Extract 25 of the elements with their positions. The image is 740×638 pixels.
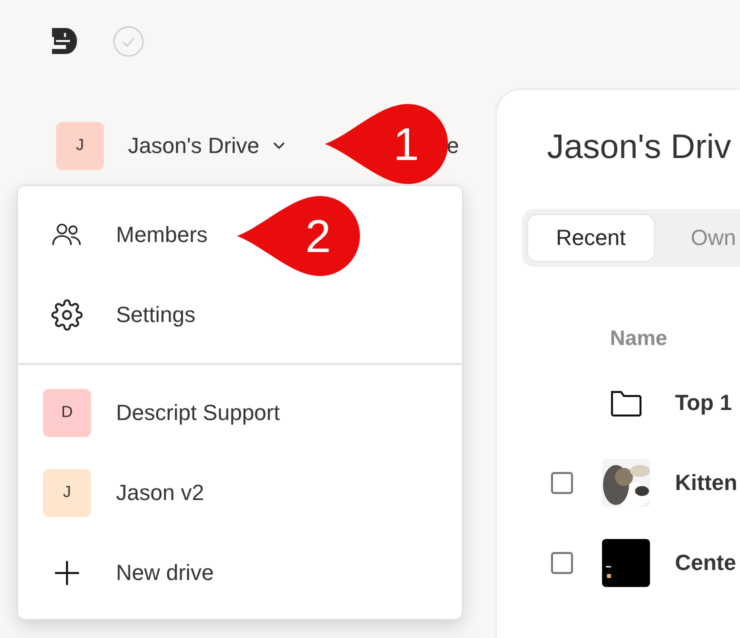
- file-name[interactable]: Top 1: [675, 390, 732, 416]
- menu-item[interactable]: New drive: [18, 533, 222, 613]
- drive-avatar: J: [56, 122, 104, 170]
- row-checkbox[interactable]: [551, 472, 573, 494]
- menu-item[interactable]: D Descript Support: [18, 373, 288, 453]
- folder-icon: [610, 389, 642, 417]
- settings-icon: [51, 299, 83, 331]
- menu-item[interactable]: J Jason v2: [18, 453, 212, 533]
- step-callout: 2: [237, 195, 361, 277]
- step-callout: 1: [325, 103, 449, 185]
- menu-item[interactable]: Settings: [18, 275, 204, 355]
- drive-avatar: J: [43, 469, 91, 517]
- menu-item[interactable]: Members: [18, 195, 216, 275]
- tab[interactable]: Recent: [527, 214, 655, 262]
- drive-switcher[interactable]: Jason's Drive: [128, 133, 286, 159]
- plus-icon: [54, 560, 80, 586]
- sidebar-text: e: [446, 133, 459, 159]
- file-name[interactable]: Cente: [675, 550, 736, 576]
- logo-icon[interactable]: [52, 28, 77, 54]
- file-name[interactable]: Kitten: [675, 470, 738, 496]
- drive-avatar: D: [43, 389, 91, 437]
- people-icon: [52, 223, 82, 247]
- check-circle-icon[interactable]: [113, 26, 144, 56]
- row-checkbox[interactable]: [551, 552, 573, 574]
- drive-title: Jason's Driv: [547, 128, 732, 167]
